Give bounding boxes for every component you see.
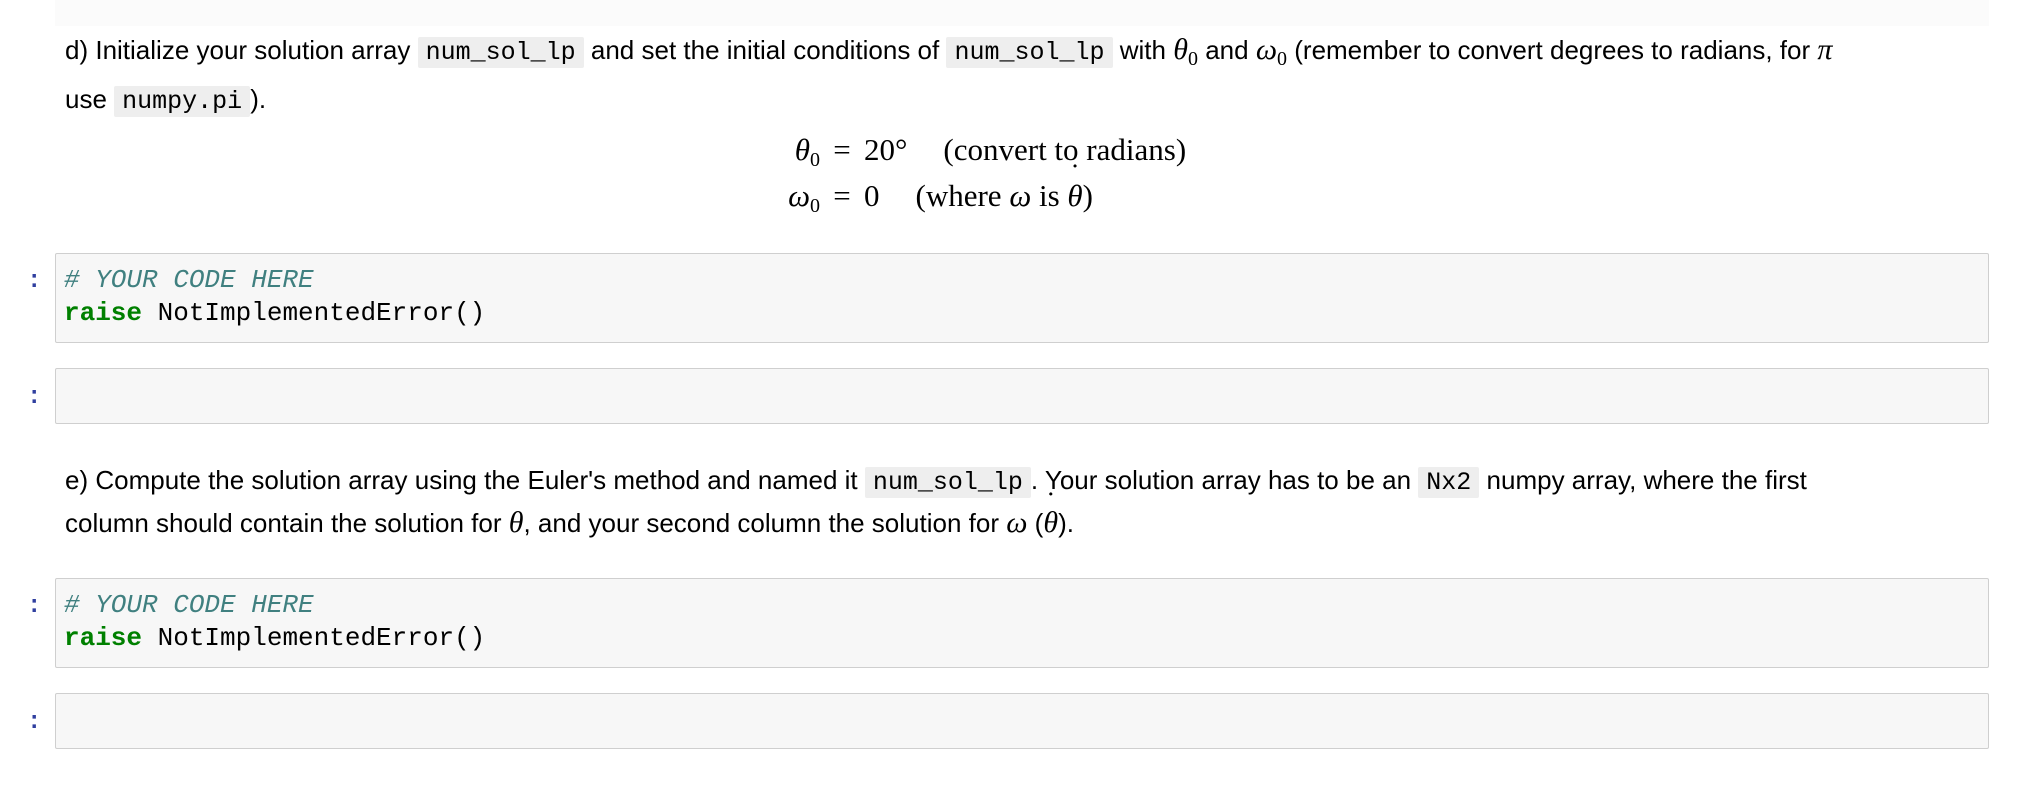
theta-dot-symbol: θ — [1067, 178, 1082, 214]
empty-code-cell[interactable] — [55, 693, 1989, 749]
equals-sign: = — [833, 132, 851, 167]
instruction-d-text: and — [1205, 35, 1249, 65]
equation-note: (convert to radians) — [943, 132, 1187, 167]
equation-rhs: 20° — [864, 132, 908, 167]
code-num-sol-lp: num_sol_lp — [946, 37, 1113, 68]
code-numpy-pi: numpy.pi — [114, 86, 251, 117]
instruction-e: e) Compute the solution array using the … — [65, 460, 1995, 543]
math-theta: θ — [508, 506, 524, 539]
math-omega: ω — [1006, 506, 1028, 539]
subscript: 0 — [1187, 48, 1198, 70]
code-nx2: Nx2 — [1418, 467, 1480, 498]
theta-symbol: θ — [794, 132, 810, 167]
previous-cell-edge — [55, 0, 1989, 26]
code-comment: # YOUR CODE HERE — [64, 590, 314, 620]
instruction-e-text: numpy array, where the first — [1486, 465, 1807, 495]
math-pi: π — [1817, 33, 1833, 66]
instruction-d-text: and set the initial conditions of — [590, 35, 940, 65]
omega-symbol: ω — [1009, 178, 1032, 213]
equation-note: (where ω is θ) — [916, 178, 1093, 213]
cell-prompt: : — [27, 384, 42, 411]
instruction-d-text: ). — [250, 84, 267, 114]
code-text: NotImplementedError() — [142, 298, 486, 328]
instruction-d-text: use — [65, 84, 107, 114]
omega-symbol: ω — [788, 178, 810, 213]
equation-theta0: θ0 = 20° (convert to radians) — [760, 132, 1186, 172]
note-text: is — [1038, 178, 1060, 213]
code-keyword: raise — [64, 298, 143, 328]
note-text: ) — [1082, 178, 1093, 213]
instruction-e-text: column should contain the solution for — [65, 508, 502, 538]
math-theta0: θ0 — [1173, 33, 1198, 70]
code-comment: # YOUR CODE HERE — [64, 265, 314, 295]
cell-prompt: : — [27, 268, 42, 295]
instruction-d-text: (remember to convert degrees to radians,… — [1294, 35, 1811, 65]
code-num-sol-lp: num_sol_lp — [417, 37, 584, 68]
cell-prompt: : — [27, 593, 42, 620]
subscript: 0 — [810, 195, 820, 217]
omega-symbol: ω — [1255, 33, 1278, 66]
subscript: 0 — [1277, 48, 1288, 70]
equation-lhs: ω0 — [760, 178, 820, 218]
equation-rhs: 0 — [864, 178, 880, 213]
code-keyword: raise — [64, 623, 143, 653]
instruction-d: d) Initialize your solution array num_so… — [65, 30, 1995, 122]
instruction-e-text: ). — [1058, 508, 1074, 538]
code-text: NotImplementedError() — [142, 623, 486, 653]
instruction-e-text: e) Compute the solution array using the … — [65, 465, 858, 495]
theta-symbol: θ — [1173, 33, 1188, 66]
instruction-d-text: with — [1119, 35, 1166, 65]
math-theta-dot: θ — [1043, 503, 1058, 543]
equation-lhs: θ0 — [760, 132, 820, 172]
code-cell-e[interactable]: # YOUR CODE HERE raise NotImplementedErr… — [55, 578, 1989, 668]
instruction-e-text: , and your second column the solution fo… — [523, 508, 999, 538]
instruction-e-text: ( — [1034, 508, 1044, 538]
math-omega0: ω0 — [1255, 33, 1287, 70]
markdown-cell-d: d) Initialize your solution array num_so… — [65, 30, 1995, 122]
instruction-e-text: . Your solution array has to be an — [1030, 465, 1412, 495]
instruction-d-text: d) Initialize your solution array — [65, 35, 411, 65]
cell-prompt: : — [27, 709, 42, 736]
markdown-cell-e: e) Compute the solution array using the … — [65, 460, 1995, 543]
code-num-sol-lp: num_sol_lp — [864, 467, 1031, 498]
equals-sign: = — [833, 178, 851, 213]
empty-code-cell[interactable] — [55, 368, 1989, 424]
equation-omega0: ω0=0(where ω is θ) — [760, 178, 1093, 218]
note-text: (where — [915, 178, 1002, 213]
subscript: 0 — [810, 149, 820, 171]
code-cell-d[interactable]: # YOUR CODE HERE raise NotImplementedErr… — [55, 253, 1989, 343]
